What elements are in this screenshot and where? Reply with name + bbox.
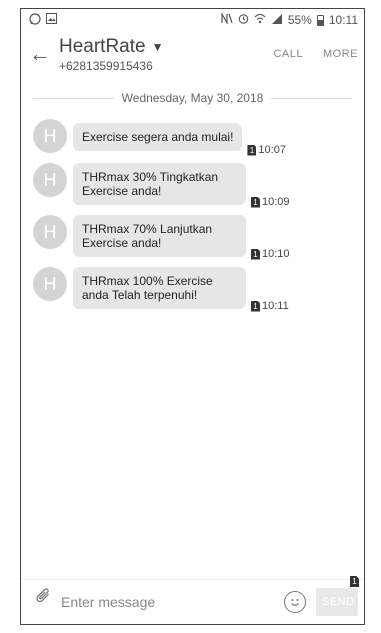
message-list: H Exercise segera anda mulai! 1 10:07 H … [21, 119, 364, 312]
sim-card-icon: 1 [251, 300, 260, 312]
battery-icon [316, 14, 324, 26]
sim-card-icon: 1 [247, 144, 257, 156]
avatar[interactable]: H [33, 267, 67, 301]
contact-info[interactable]: HeartRate ▼ +6281359915436 [59, 36, 253, 73]
smiley-icon[interactable] [284, 591, 306, 613]
back-arrow-icon[interactable]: ← [29, 43, 59, 65]
avatar[interactable]: H [33, 119, 67, 153]
sim-card-icon: 1 [350, 576, 359, 587]
message-bubble[interactable]: THRmax 70% Lanjutkan Exercise anda! [73, 215, 246, 257]
nfc-icon [221, 11, 233, 27]
battery-percent: 55% [287, 13, 312, 27]
dropdown-icon[interactable]: ▼ [152, 40, 164, 54]
whatsapp-icon [29, 12, 41, 28]
conversation-header: ← HeartRate ▼ +6281359915436 CALL MORE [21, 31, 364, 77]
sim-card-icon: 1 [251, 248, 260, 260]
send-button[interactable]: SEND [316, 588, 358, 616]
message-meta: 1 10:10 [251, 248, 290, 260]
phone-screen: 55% 10:11 ← HeartRate ▼ +6281359915436 C… [20, 8, 365, 625]
message-item[interactable]: H Exercise segera anda mulai! 1 10:07 [33, 119, 364, 156]
message-time: 10:07 [258, 144, 286, 156]
message-item[interactable]: H THRmax 30% Tingkatkan Exercise anda! 1… [33, 163, 364, 208]
call-button[interactable]: CALL [273, 48, 303, 60]
more-button[interactable]: MORE [323, 48, 358, 60]
message-time: 10:10 [262, 248, 290, 260]
date-divider: Wednesday, May 30, 2018 [21, 83, 364, 113]
date-label: Wednesday, May 30, 2018 [113, 91, 272, 105]
message-time: 10:09 [262, 196, 290, 208]
contact-number: +6281359915436 [59, 58, 153, 73]
message-input[interactable] [59, 594, 284, 610]
paperclip-icon[interactable] [27, 584, 64, 621]
status-bar: 55% 10:11 [21, 9, 364, 31]
sim-card-icon: 1 [251, 196, 260, 208]
message-meta: 1 10:11 [251, 300, 289, 312]
image-icon [46, 13, 57, 27]
avatar[interactable]: H [33, 215, 67, 249]
avatar[interactable]: H [33, 163, 67, 197]
clock: 10:11 [328, 13, 358, 27]
message-bubble[interactable]: THRmax 100% Exercise anda Telah terpenuh… [73, 267, 246, 309]
contact-name: HeartRate [59, 35, 146, 57]
message-item[interactable]: H THRmax 100% Exercise anda Telah terpen… [33, 267, 364, 312]
message-meta: 1 10:09 [251, 196, 290, 208]
message-bubble[interactable]: Exercise segera anda mulai! [73, 123, 243, 151]
message-item[interactable]: H THRmax 70% Lanjutkan Exercise anda! 1 … [33, 215, 364, 260]
alarm-icon [238, 13, 249, 27]
wifi-icon [254, 13, 266, 27]
message-time: 10:11 [262, 300, 289, 312]
signal-icon [271, 13, 283, 27]
message-bubble[interactable]: THRmax 30% Tingkatkan Exercise anda! [73, 163, 246, 205]
message-meta: 1 10:07 [247, 144, 286, 156]
message-composer: SEND 1 [21, 576, 364, 624]
